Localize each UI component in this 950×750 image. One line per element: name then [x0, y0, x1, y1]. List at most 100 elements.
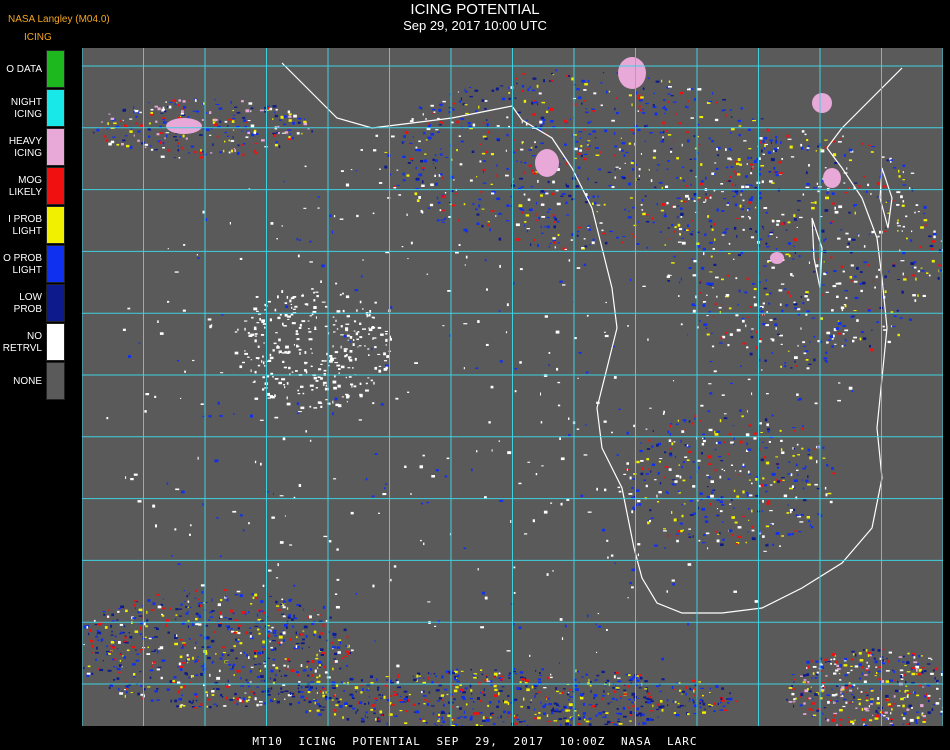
- icing-pixel: [482, 122, 485, 124]
- icing-pixel: [575, 688, 579, 692]
- icing-pixel: [471, 150, 475, 153]
- icing-pixel: [725, 114, 727, 117]
- icing-pixel: [635, 489, 640, 492]
- icing-pixel: [116, 619, 119, 621]
- icing-pixel: [373, 337, 377, 339]
- icing-pixel: [124, 135, 128, 137]
- icing-pixel: [615, 97, 618, 99]
- icing-pixel: [96, 646, 98, 650]
- icing-pixel: [640, 705, 644, 708]
- icing-pixel: [280, 687, 283, 690]
- icing-pixel: [671, 579, 675, 582]
- icing-pixel: [502, 721, 505, 723]
- icing-pixel: [765, 293, 769, 296]
- icing-pixel: [437, 201, 441, 204]
- icing-pixel: [279, 541, 284, 544]
- heavy-icing-area: [618, 57, 646, 89]
- icing-pixel: [482, 182, 487, 184]
- icing-pixel: [313, 609, 315, 611]
- icing-pixel: [513, 716, 517, 719]
- icing-pixel: [282, 322, 284, 326]
- icing-pixel: [529, 654, 531, 657]
- icing-pixel: [703, 534, 706, 536]
- icing-pixel: [906, 661, 910, 665]
- icing-pixel: [122, 119, 124, 122]
- icing-pixel: [287, 315, 291, 318]
- icing-pixel: [721, 278, 724, 281]
- icing-pixel: [786, 473, 791, 475]
- icing-pixel: [842, 135, 844, 138]
- icing-pixel: [588, 133, 592, 136]
- icing-pixel: [513, 700, 515, 702]
- icing-pixel: [877, 707, 880, 709]
- icing-pixel: [346, 635, 349, 639]
- icing-pixel: [906, 237, 908, 240]
- icing-pixel: [444, 192, 447, 194]
- icing-pixel: [519, 671, 524, 674]
- icing-pixel: [927, 700, 930, 703]
- icing-pixel: [671, 262, 675, 264]
- icing-pixel: [111, 613, 114, 617]
- icing-pixel: [245, 631, 248, 635]
- icing-pixel: [618, 148, 621, 151]
- icing-pixel: [702, 542, 706, 544]
- icing-pixel: [213, 631, 216, 633]
- icing-pixel: [642, 112, 646, 114]
- icing-pixel: [484, 596, 488, 600]
- icing-pixel: [280, 115, 284, 119]
- icing-pixel: [496, 164, 498, 167]
- icing-pixel: [602, 528, 606, 532]
- icing-pixel: [189, 682, 192, 684]
- icing-pixel: [184, 600, 186, 603]
- icing-pixel: [748, 519, 750, 521]
- icing-pixel: [749, 352, 753, 356]
- icing-pixel: [362, 328, 366, 330]
- icing-pixel: [256, 132, 259, 135]
- icing-pixel: [759, 137, 763, 140]
- icing-pixel: [709, 196, 712, 199]
- icing-pixel: [111, 646, 116, 649]
- icing-pixel: [698, 466, 700, 470]
- icing-pixel: [800, 693, 804, 697]
- icing-pixel: [823, 239, 825, 242]
- icing-pixel: [226, 125, 229, 127]
- icing-pixel: [683, 200, 687, 203]
- icing-pixel: [649, 132, 653, 134]
- icing-pixel: [740, 365, 742, 367]
- icing-pixel: [666, 168, 669, 170]
- icing-pixel: [481, 208, 485, 210]
- icing-pixel: [471, 693, 473, 695]
- icing-pixel: [787, 504, 789, 506]
- icing-pixel: [476, 676, 478, 679]
- icing-pixel: [601, 695, 606, 697]
- icing-pixel: [184, 370, 186, 373]
- icing-pixel: [537, 179, 539, 183]
- icing-pixel: [928, 235, 932, 238]
- icing-pixel: [245, 136, 249, 138]
- icing-pixel: [216, 676, 221, 680]
- icing-pixel: [648, 439, 651, 442]
- legend-item-low-prob: LOW PROB: [0, 284, 66, 323]
- legend-swatch: [46, 128, 65, 166]
- icing-pixel: [166, 688, 170, 691]
- icing-pixel: [254, 339, 257, 343]
- icing-pixel: [252, 636, 254, 640]
- icing-pixel: [181, 110, 184, 114]
- icing-pixel: [552, 570, 554, 572]
- icing-pixel: [822, 457, 826, 459]
- icing-pixel: [165, 101, 167, 103]
- icing-pixel: [668, 468, 672, 471]
- icing-pixel: [320, 405, 323, 408]
- icing-pixel: [436, 700, 441, 702]
- icing-pixel: [739, 440, 743, 444]
- icing-pixel: [712, 248, 715, 250]
- icing-pixel: [225, 685, 230, 688]
- icing-pixel: [678, 295, 680, 297]
- icing-pixel: [605, 714, 607, 718]
- icing-pixel: [121, 143, 124, 146]
- icing-pixel: [701, 442, 705, 446]
- icing-pixel: [272, 105, 277, 108]
- icing-pixel: [630, 278, 632, 281]
- icing-pixel: [200, 665, 205, 668]
- icing-pixel: [660, 700, 663, 703]
